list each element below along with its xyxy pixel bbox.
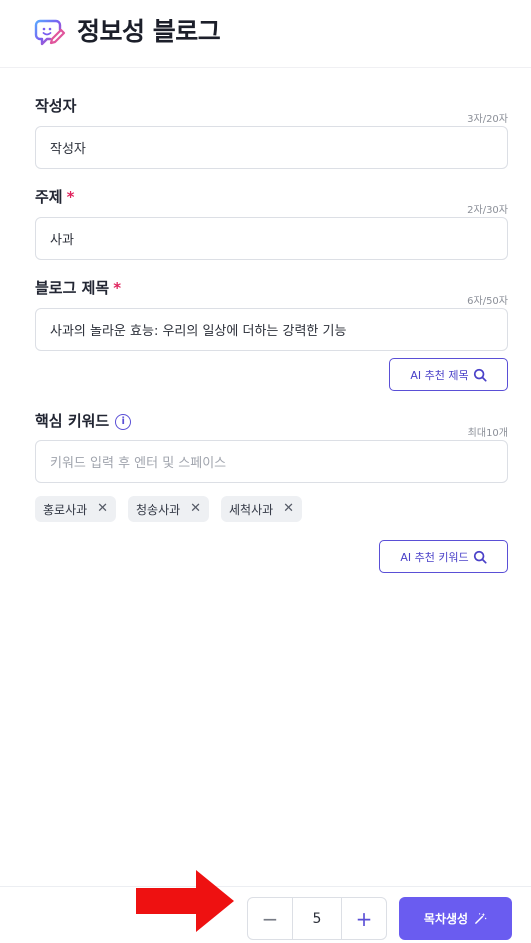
stepper-value[interactable]: 5: [292, 898, 342, 939]
blog-title-input[interactable]: 사과의 놀라운 효능: 우리의 일상에 더하는 강력한 기능: [35, 308, 508, 351]
increment-button[interactable]: +: [342, 898, 386, 939]
keywords-label-text: 핵심 키워드: [35, 412, 110, 430]
keyword-chip: 청송사과 ✕: [128, 496, 210, 522]
topic-counter: 2자/30자: [467, 205, 508, 216]
generate-toc-button[interactable]: 목차생성: [399, 897, 512, 940]
blog-title-label-text: 블로그 제목: [35, 279, 110, 297]
info-icon[interactable]: i: [115, 413, 132, 430]
search-icon: [473, 550, 487, 564]
ai-recommend-keyword-label: AI 추천 키워드: [400, 550, 469, 564]
app-header: 정보성 블로그: [0, 0, 531, 68]
decrement-button[interactable]: −: [248, 898, 292, 939]
keyword-chip: 세척사과 ✕: [221, 496, 303, 522]
keywords-counter: 최대10개: [467, 428, 508, 439]
blog-title-counter: 6자/50자: [467, 296, 508, 307]
ai-recommend-title-label: AI 추천 제목: [410, 368, 469, 382]
close-icon[interactable]: ✕: [190, 502, 201, 515]
keywords-label: 핵심 키워드 i: [35, 411, 132, 431]
ai-recommend-title-button[interactable]: AI 추천 제목: [389, 358, 508, 391]
required-mark: *: [113, 279, 122, 297]
topic-input-value: 사과: [50, 233, 74, 248]
red-arrow-icon: [136, 870, 234, 932]
close-icon[interactable]: ✕: [97, 502, 108, 515]
count-stepper: − 5 +: [247, 897, 387, 940]
topic-label-text: 주제: [35, 188, 63, 206]
topic-input[interactable]: 사과: [35, 217, 508, 260]
required-mark: *: [66, 188, 75, 206]
author-input-value: 작성자: [50, 142, 86, 157]
page-title: 정보성 블로그: [77, 17, 221, 46]
author-input[interactable]: 작성자: [35, 126, 508, 169]
close-icon[interactable]: ✕: [283, 502, 294, 515]
keywords-input[interactable]: 키워드 입력 후 엔터 및 스페이스: [35, 440, 508, 483]
search-icon: [473, 368, 487, 382]
blog-title-label: 블로그 제목 *: [35, 278, 121, 298]
author-label: 작성자: [35, 96, 76, 116]
magic-wand-icon: [475, 912, 487, 924]
generate-toc-label: 목차생성: [423, 912, 469, 926]
ai-recommend-keyword-button[interactable]: AI 추천 키워드: [379, 540, 508, 573]
chat-edit-icon: [34, 19, 66, 46]
keyword-chip-label: 세척사과: [229, 502, 274, 517]
topic-label: 주제 *: [35, 187, 74, 207]
keyword-chip-label: 홍로사과: [43, 502, 88, 517]
keywords-input-placeholder: 키워드 입력 후 엔터 및 스페이스: [50, 456, 227, 471]
blog-title-input-value: 사과의 놀라운 효능: 우리의 일상에 더하는 강력한 기능: [50, 324, 347, 339]
author-counter: 3자/20자: [467, 114, 508, 125]
author-label-text: 작성자: [35, 97, 77, 115]
keyword-chip-label: 청송사과: [136, 502, 181, 517]
keyword-chip: 홍로사과 ✕: [35, 496, 117, 522]
